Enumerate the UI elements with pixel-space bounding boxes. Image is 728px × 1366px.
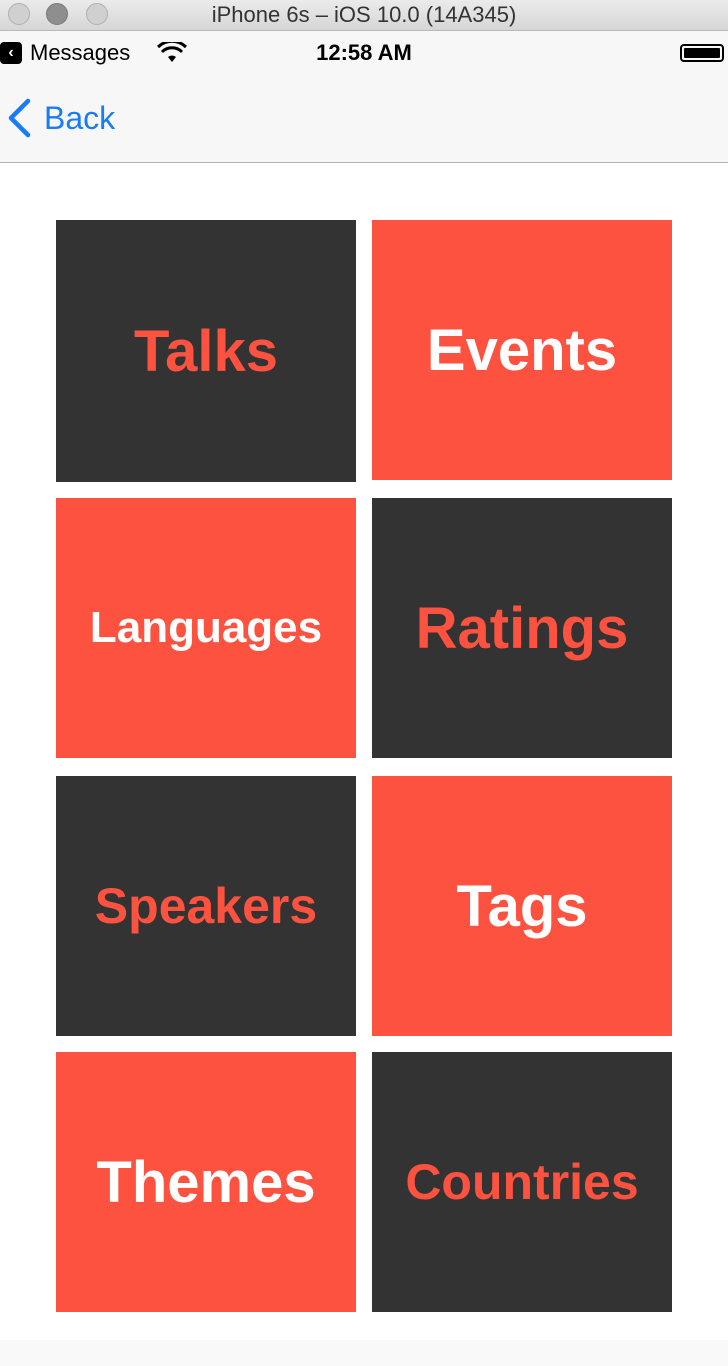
bottom-safe-area — [0, 1340, 728, 1366]
tile-label: Countries — [405, 1154, 639, 1210]
tile-label: Speakers — [94, 878, 318, 934]
tile-themes[interactable]: Themes — [56, 1052, 356, 1312]
status-time: 12:58 AM — [316, 40, 412, 65]
navigation-bar: Back — [0, 75, 728, 163]
tile-events[interactable]: Events — [372, 220, 672, 480]
window-title: iPhone 6s – iOS 10.0 (14A345) — [211, 2, 517, 27]
tile-speakers[interactable]: Speakers — [56, 776, 356, 1036]
tile-label: Ratings — [415, 595, 629, 661]
window-titlebar: iPhone 6s – iOS 10.0 (14A345) — [0, 0, 728, 31]
tile-label: Languages — [89, 603, 323, 652]
battery-level — [684, 48, 720, 58]
tile-tags[interactable]: Tags — [372, 776, 672, 1036]
tile-countries[interactable]: Countries — [372, 1052, 672, 1312]
tile-label: Talks — [133, 318, 278, 384]
battery-icon — [680, 44, 724, 62]
tile-label: Events — [426, 317, 618, 383]
tile-label: Themes — [96, 1149, 316, 1215]
tile-languages[interactable]: Languages — [56, 498, 356, 758]
tile-label: Tags — [456, 873, 588, 939]
chevron-left-icon — [8, 98, 31, 138]
status-bar: ‹ Messages 12:58 AM — [0, 31, 728, 75]
back-button[interactable]: Back — [6, 95, 115, 141]
back-label: Back — [44, 99, 116, 136]
tile-talks[interactable]: Talks — [56, 220, 356, 482]
tile-ratings[interactable]: Ratings — [372, 498, 672, 758]
